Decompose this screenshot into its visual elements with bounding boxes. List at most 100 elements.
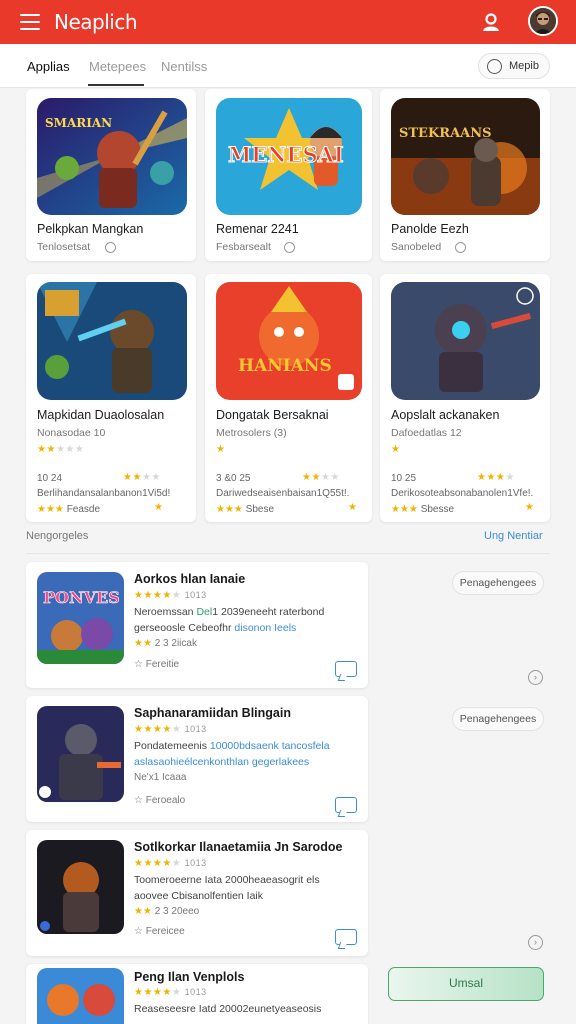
app-thumbnail: PONVES xyxy=(37,572,124,664)
list-item-desc: Toomeroeerne Iata 2000heaeasogrit els xyxy=(134,874,320,886)
avatar[interactable] xyxy=(528,6,558,36)
tab-applias[interactable]: Applias xyxy=(27,59,70,74)
list-item[interactable]: Sotlkorkar Ilanaetamiia Jn Sarodoe ★★★★★… xyxy=(26,830,368,956)
rating-stars: ★★★★ xyxy=(123,472,161,483)
app-meta: 3 &0 25 xyxy=(216,473,251,484)
user-icon[interactable] xyxy=(480,11,502,33)
app-thumbnail: MENESAI xyxy=(216,98,362,215)
chat-icon[interactable] xyxy=(335,929,357,945)
menu-icon[interactable] xyxy=(20,14,40,30)
tab-nentilss[interactable]: Nentilss xyxy=(161,59,207,74)
art-text: STEKRAANS xyxy=(399,126,492,141)
app-card[interactable]: SMARIAN Pelkpkan Mangkan Tenlosetsat xyxy=(26,89,196,261)
see-all-link[interactable]: Ung Nentiar xyxy=(484,530,543,542)
list-item-title: Saphanaramiidan Blingain xyxy=(134,706,291,720)
rating-stars: ★★★★ xyxy=(302,472,340,483)
app-meta-tag: ★★★ Sbese xyxy=(216,504,275,515)
app-title: Pelkpkan Mangkan xyxy=(37,222,144,236)
app-title: Aopslalt ackanaken xyxy=(391,408,500,422)
section-title: Nengorgeles xyxy=(26,530,89,542)
list-item-tag: ☆ Fereicee xyxy=(134,926,185,937)
list-item-title: Sotlkorkar Ilanaetamiia Jn Sarodoe xyxy=(134,840,343,854)
favorite-icon[interactable]: ★ xyxy=(154,502,163,513)
rating-stars: ★★★★ xyxy=(477,472,515,483)
app-card[interactable]: STEKRAANS Panolde Eezh Sanobeled xyxy=(380,89,550,261)
art-text: PONVES xyxy=(43,588,120,608)
list-item-tag: ☆ Fereitie xyxy=(134,659,180,670)
app-header: Neaplich xyxy=(0,0,576,44)
app-thumbnail xyxy=(37,706,124,802)
rating-stars: ★★★★★ 1013 xyxy=(134,987,207,998)
list-item-meta: ★★ 2 3 2iicak xyxy=(134,638,197,649)
list-item-desc: aslasaohieélcenkonthlan gegerlakees xyxy=(134,756,310,768)
app-thumbnail xyxy=(37,968,124,1024)
app-title: Remenar 2241 xyxy=(216,222,299,236)
radio-icon xyxy=(487,59,502,74)
app-title: Neaplich xyxy=(54,10,138,34)
app-subtitle: Metrosolers (3) xyxy=(216,427,287,439)
app-meta-desc: Derikosoteabsonabanolen1Vfe!. xyxy=(391,488,534,499)
list-item-desc: Neroemssan Del1 2039eneeht raterbond xyxy=(134,606,325,618)
info-icon[interactable]: › xyxy=(528,670,543,685)
app-title: Dongatak Bersaknai xyxy=(216,408,329,422)
app-meta-tag: ★★★ Sbesse xyxy=(391,504,455,515)
side-action-button[interactable]: Penagehengees xyxy=(452,571,544,595)
side-action-button[interactable]: Penagehengees xyxy=(452,707,544,731)
chat-icon[interactable] xyxy=(335,797,357,813)
rating-stars: ★★★★★ 1013 xyxy=(134,724,207,735)
list-item[interactable]: PONVES Aorkos hlan Ianaie ★★★★★ 1013 Ner… xyxy=(26,562,368,688)
list-item-meta: Ne'x1 Icaaa xyxy=(134,772,187,783)
list-item-desc: aoovee Cbisanolfentien Iaik xyxy=(134,890,264,902)
favorite-icon[interactable]: ★ xyxy=(525,502,534,513)
app-meta-desc: Berlihandansalanbanon1Vi5d! xyxy=(37,488,171,499)
app-card[interactable]: Mapkidan Duaolosalan Nonasodae 10 ★★★★★ … xyxy=(26,274,196,522)
install-button[interactable]: Umsal xyxy=(388,967,544,1001)
info-icon[interactable] xyxy=(105,242,116,253)
list-item-title: Peng Ilan Venplols xyxy=(134,970,245,984)
app-subtitle: Fesbarsealt xyxy=(216,241,271,253)
filter-pill-button[interactable]: Mepib xyxy=(478,53,550,79)
app-thumbnail: SMARIAN xyxy=(37,98,187,215)
tab-indicator xyxy=(88,84,144,86)
app-title: Panolde Eezh xyxy=(391,222,469,236)
favorite-icon[interactable]: ★ xyxy=(348,502,357,513)
list-item-desc: gerseoosle Cebeofhr disonon Ieels xyxy=(134,622,297,634)
rating-stars: ★ xyxy=(216,444,226,455)
app-subtitle: Nonasodae 10 xyxy=(37,427,106,439)
info-icon[interactable] xyxy=(455,242,466,253)
app-meta-tag: ★★★ Feasde xyxy=(37,504,101,515)
chat-icon[interactable] xyxy=(335,661,357,677)
list-item[interactable]: Saphanaramiidan Blingain ★★★★★ 1013 Pond… xyxy=(26,696,368,822)
info-icon[interactable]: › xyxy=(528,935,543,950)
app-subtitle: Tenlosetsat xyxy=(37,241,91,253)
tab-bar: Applias Metepees Nentilss Mepib xyxy=(0,44,576,88)
rating-stars: ★ xyxy=(391,444,401,455)
app-card[interactable]: HANIANS Dongatak Bersaknai Metrosolers (… xyxy=(205,274,372,522)
rating-stars: ★★★★★ 1013 xyxy=(134,590,207,601)
info-icon[interactable] xyxy=(284,242,295,253)
app-thumbnail xyxy=(391,282,540,400)
list-item[interactable]: Peng Ilan Venplols ★★★★★ 1013 Reaseseesr… xyxy=(26,964,368,1024)
divider xyxy=(26,553,550,554)
app-meta: 10 25 xyxy=(391,473,417,484)
tab-metepees[interactable]: Metepees xyxy=(89,59,146,74)
list-item-desc: Pondatemeenis 10000bdsaenk tancosfela xyxy=(134,740,330,752)
app-thumbnail: HANIANS xyxy=(216,282,362,400)
app-thumbnail xyxy=(37,282,187,400)
list-item-desc: Reaseseesre Iatd 20002eunetyeaseosis xyxy=(134,1003,322,1015)
app-meta: 10 24 xyxy=(37,473,63,484)
app-subtitle: Dafoedatlas 12 xyxy=(391,427,462,439)
art-text: MENESAI xyxy=(228,142,345,168)
list-item-meta: ★★ 2 3 20eeo xyxy=(134,906,200,917)
art-text: SMARIAN xyxy=(45,116,113,130)
list-item-title: Aorkos hlan Ianaie xyxy=(134,572,246,586)
app-thumbnail xyxy=(37,840,124,934)
filter-pill-label: Mepib xyxy=(509,60,539,72)
app-thumbnail: STEKRAANS xyxy=(391,98,540,215)
rating-stars: ★★★★★ 1013 xyxy=(134,858,207,869)
app-card[interactable]: MENESAI Remenar 2241 Fesbarsealt xyxy=(205,89,372,261)
art-text: HANIANS xyxy=(238,356,332,376)
app-card[interactable]: Aopslalt ackanaken Dafoedatlas 12 ★ 10 2… xyxy=(380,274,550,522)
app-subtitle: Sanobeled xyxy=(391,241,442,253)
app-meta-desc: Dariwedseaisenbaisan1Q55t!. xyxy=(216,488,350,499)
